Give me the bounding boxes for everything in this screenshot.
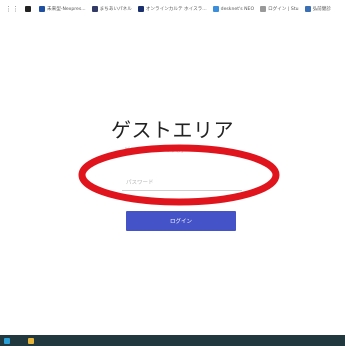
page-subtitle: ゲストパスワード入力 (124, 147, 185, 154)
bookmarks-bar: ⋮⋮ 未来型-Nexpres... まちあいパネル オンラインカルテ ホイスラ...… (0, 0, 345, 18)
bookmark-label: 弘前健診 (312, 7, 331, 12)
bookmark-item[interactable]: まちあいパネル (91, 6, 132, 12)
password-input[interactable] (122, 176, 242, 191)
favicon (212, 6, 219, 12)
bookmark-label: オンラインカルテ ホイスラ... (145, 7, 207, 12)
taskbar (0, 335, 345, 346)
windows-icon[interactable] (4, 338, 10, 344)
bookmark-label: ログイン | Stu (268, 7, 299, 12)
bookmark-icon (25, 6, 31, 12)
favicon (137, 6, 144, 12)
bookmark-item[interactable] (25, 6, 33, 12)
login-button[interactable]: ログイン (126, 211, 236, 231)
bookmark-label: 未来型-Nexpres... (47, 7, 86, 12)
bookmark-item[interactable]: オンラインカルテ ホイスラ... (137, 6, 207, 12)
folder-icon[interactable] (28, 338, 34, 344)
bookmark-item[interactable]: ログイン | Stu (260, 6, 299, 12)
annotation-layer (78, 144, 280, 206)
favicon (39, 6, 45, 12)
bookmark-label: まちあいパネル (99, 7, 132, 12)
bookmark-item[interactable]: 未来型-Nexpres... (39, 6, 86, 12)
favicon (260, 6, 267, 12)
favicon (304, 6, 311, 12)
red-circle-annotation (78, 144, 280, 206)
favicon (91, 6, 98, 12)
bookmark-label: desknet's NEO (220, 6, 255, 12)
page-title: ゲストエリア (111, 118, 234, 142)
bookmark-item[interactable]: 弘前健診 (304, 6, 331, 12)
bookmark-item[interactable]: desknet's NEO (212, 6, 255, 12)
apps-icon[interactable]: ⋮⋮ (5, 5, 19, 13)
